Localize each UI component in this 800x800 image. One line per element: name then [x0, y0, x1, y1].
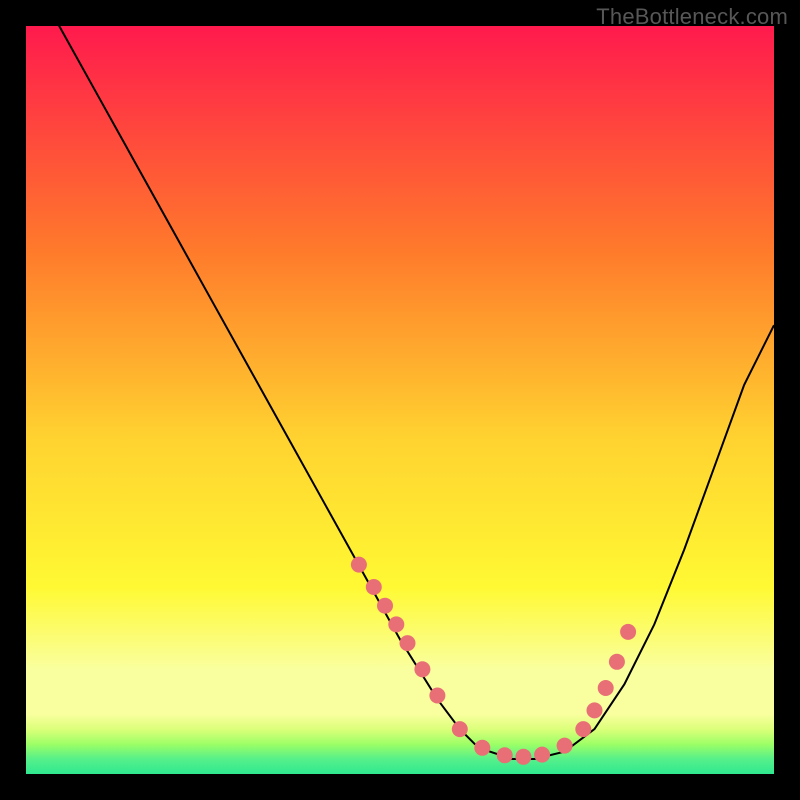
marker-dot [557, 738, 573, 754]
chart-svg [26, 26, 774, 774]
plot-area [26, 26, 774, 774]
marker-dot [575, 721, 591, 737]
marker-dot [598, 680, 614, 696]
marker-dot [452, 721, 468, 737]
watermark-text: TheBottleneck.com [596, 4, 788, 30]
marker-dot [377, 598, 393, 614]
marker-dot [497, 747, 513, 763]
marker-dot [429, 688, 445, 704]
marker-dot [620, 624, 636, 640]
marker-dot [388, 616, 404, 632]
marker-dot [366, 579, 382, 595]
marker-dot [534, 747, 550, 763]
marker-dot [400, 635, 416, 651]
gradient-background [26, 26, 774, 774]
marker-dot [474, 740, 490, 756]
marker-dot [351, 557, 367, 573]
marker-dot [515, 749, 531, 765]
marker-dot [609, 654, 625, 670]
chart-frame: TheBottleneck.com [0, 0, 800, 800]
marker-dot [414, 661, 430, 677]
marker-dot [587, 702, 603, 718]
